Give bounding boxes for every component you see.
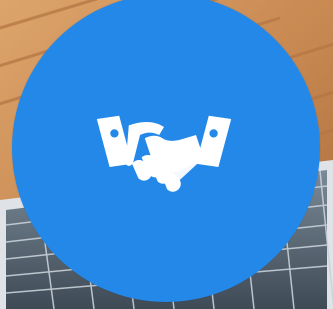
photo-background bbox=[0, 0, 333, 309]
handshake-badge bbox=[12, 0, 320, 302]
handshake-icon bbox=[96, 115, 232, 192]
